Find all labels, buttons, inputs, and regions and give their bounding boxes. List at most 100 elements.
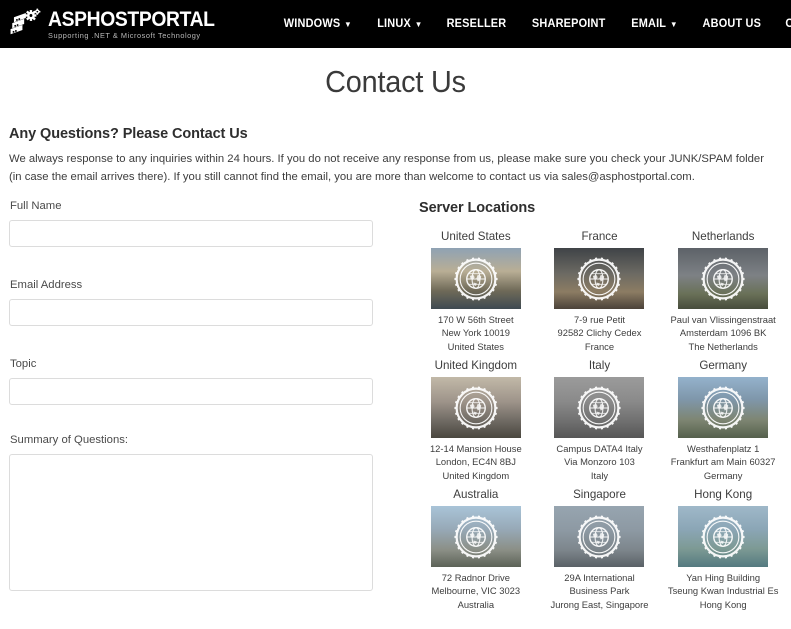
chevron-down-icon: ▼	[669, 20, 678, 29]
field-group-email-address: Email Address	[9, 279, 413, 326]
nav-item-contact[interactable]: CONTACT	[775, 12, 791, 36]
location-address: Campus DATA4 Italy Via Monzoro 103 Italy	[540, 442, 660, 482]
nav-item-label: WINDOWS	[283, 18, 341, 30]
field-group-summary-of-questions: Summary of Questions:	[9, 434, 413, 591]
contact-form: Full Name Email Address Topic Summary of Qu…	[9, 200, 413, 611]
nav-item-label: SHAREPOINT	[532, 18, 606, 30]
location-address-line: The Netherlands	[688, 340, 758, 352]
nav-item-sharepoint[interactable]: SHAREPOINT	[522, 12, 616, 36]
nav-item-reseller[interactable]: RESELLER	[436, 12, 517, 36]
location-address-line: 92582 Clichy Cedex	[557, 327, 642, 339]
location-address-line: Westhafenplatz 1	[687, 443, 760, 455]
label-full-name: Full Name	[10, 200, 62, 212]
location-address-line: Tseung Kwan Industrial Es	[667, 585, 779, 597]
location-image-wrapper	[678, 248, 769, 309]
location-address-line: France	[584, 340, 615, 352]
location-image-wrapper	[554, 506, 645, 568]
location-address-line: Italy	[590, 469, 609, 481]
nav-item-linux[interactable]: LINUX ▼	[366, 12, 432, 36]
location-address: 170 W 56th Street New York 10019 United St…	[416, 313, 536, 353]
location-address-line: Germany	[703, 469, 743, 481]
site-header: ASPHOSTPORTAL Supporting .NET & Microsof…	[0, 0, 791, 48]
location-address-line: Campus DATA4 Italy	[556, 443, 643, 455]
location-address-line: Amsterdam 1096 BK	[679, 327, 767, 339]
logo-title: ASPHOSTPORTAL	[48, 7, 215, 31]
asphostportal-globe-seal-icon	[454, 386, 498, 430]
server-locations-grid: United States 170 W 56th Street New York …	[416, 230, 783, 611]
field-spacer	[9, 258, 413, 279]
location-country-name: Germany	[699, 359, 747, 373]
location-image-wrapper	[430, 506, 521, 568]
location-address-line: London, EC4N 8BJ	[435, 456, 516, 468]
summary-of-questions-input[interactable]	[9, 454, 373, 591]
location-address-line: 29A International	[564, 572, 635, 584]
server-locations-section: Server Locations United States 170 W 56t…	[413, 200, 783, 611]
main-content: Full Name Email Address Topic Summary of Qu…	[0, 200, 791, 611]
chevron-down-icon: ▼	[344, 20, 352, 29]
location-country-name: United States	[441, 230, 511, 243]
location-country-name: France	[581, 230, 618, 243]
location-address: Paul van Vlissingenstraat Amsterdam 1096 …	[663, 313, 783, 353]
page-title: Contact Us	[325, 64, 466, 99]
nav-item-windows[interactable]: WINDOWS ▼	[273, 12, 362, 36]
location-address-line: Via Monzoro 103	[564, 456, 635, 468]
location-address: 72 Radnor Drive Melbourne, VIC 3023 Austra…	[416, 571, 536, 611]
asphostportal-globe-seal-icon	[577, 386, 622, 430]
topic-input[interactable]	[9, 378, 373, 405]
asphostportal-globe-seal-icon	[577, 515, 622, 559]
nav-item-about-us[interactable]: ABOUT US	[692, 12, 771, 36]
site-logo[interactable]: ASPHOSTPORTAL Supporting .NET & Microsof…	[8, 7, 229, 41]
field-spacer	[9, 416, 413, 434]
nav-item-email[interactable]: EMAIL ▼	[621, 12, 688, 36]
location-card: Netherlands Paul van Vlissingenstraat Ams…	[663, 230, 783, 353]
nav-item-label: CONTACT	[786, 18, 791, 30]
asphostportal-globe-seal-icon	[701, 386, 745, 430]
location-country-name: Singapore	[573, 488, 626, 502]
server-locations-heading: Server Locations	[419, 200, 536, 216]
location-address-line: Hong Kong	[699, 598, 747, 610]
location-image-wrapper	[554, 377, 645, 439]
location-address: Yan Hing Building Tseung Kwan Industrial …	[663, 571, 783, 611]
main-navigation: WINDOWS ▼ LINUX ▼ RESELLER SHAREPOINT EMAIL ▼ AB…	[271, 12, 791, 36]
field-group-topic: Topic	[9, 358, 413, 405]
email-address-input[interactable]	[9, 299, 373, 326]
location-country-name: Netherlands	[691, 230, 755, 243]
nav-item-label: LINUX	[376, 18, 411, 30]
location-address-line: 12-14 Mansion House	[429, 443, 522, 455]
location-address-line: Yan Hing Building	[686, 572, 761, 584]
location-image-wrapper	[678, 506, 769, 568]
server-rack-gear-icon	[10, 8, 41, 35]
location-country-name: Hong Kong	[694, 488, 753, 502]
asphostportal-globe-seal-icon	[454, 515, 498, 559]
label-email-address: Email Address	[10, 279, 83, 291]
location-address: 12-14 Mansion House London, EC4N 8BJ Unite…	[416, 442, 536, 482]
intro-paragraph: We always response to any inquiries with…	[9, 153, 764, 183]
location-address-line: 7-9 rue Petit	[573, 314, 626, 325]
location-card: Singapore 29A International Business Park…	[540, 488, 660, 611]
location-address-line: Business Park	[569, 585, 630, 597]
location-card: Hong Kong Yan Hing Building Tseung Kwan I…	[663, 488, 783, 611]
label-summary-of-questions: Summary of Questions:	[10, 434, 129, 446]
asphostportal-globe-seal-icon	[454, 257, 498, 300]
location-image-wrapper	[430, 248, 521, 309]
asphostportal-globe-seal-icon	[701, 257, 745, 300]
full-name-input[interactable]	[9, 220, 373, 247]
location-image-wrapper	[678, 377, 769, 439]
location-country-name: United Kingdom	[434, 359, 518, 373]
location-card: France 7-9 rue Petit 92582 Clichy Cedex Fr…	[540, 230, 660, 353]
logo-tagline: Supporting .NET & Microsoft Technology	[48, 30, 201, 40]
asphostportal-globe-seal-icon	[577, 257, 622, 300]
location-card: United Kingdom 12-14 Mansion House London…	[416, 359, 536, 482]
location-card: Italy Campus DATA4 Italy Via Monzoro 103 I…	[540, 359, 660, 482]
intro-section: Any Questions? Please Contact Us We alwa…	[0, 126, 791, 186]
field-spacer	[9, 337, 413, 358]
location-card: Australia 72 Radnor Drive Melbourne, VIC …	[416, 488, 536, 611]
nav-item-label: ABOUT US	[702, 18, 761, 30]
location-address: Westhafenplatz 1 Frankfurt am Main 60327 G…	[663, 442, 783, 482]
location-address-line: 72 Radnor Drive	[441, 572, 510, 584]
location-address-line: United States	[447, 340, 504, 352]
location-address-line: Melbourne, VIC 3023	[431, 585, 521, 597]
chevron-down-icon: ▼	[414, 20, 423, 29]
intro-heading: Any Questions? Please Contact Us	[9, 126, 248, 142]
label-topic: Topic	[10, 358, 37, 370]
